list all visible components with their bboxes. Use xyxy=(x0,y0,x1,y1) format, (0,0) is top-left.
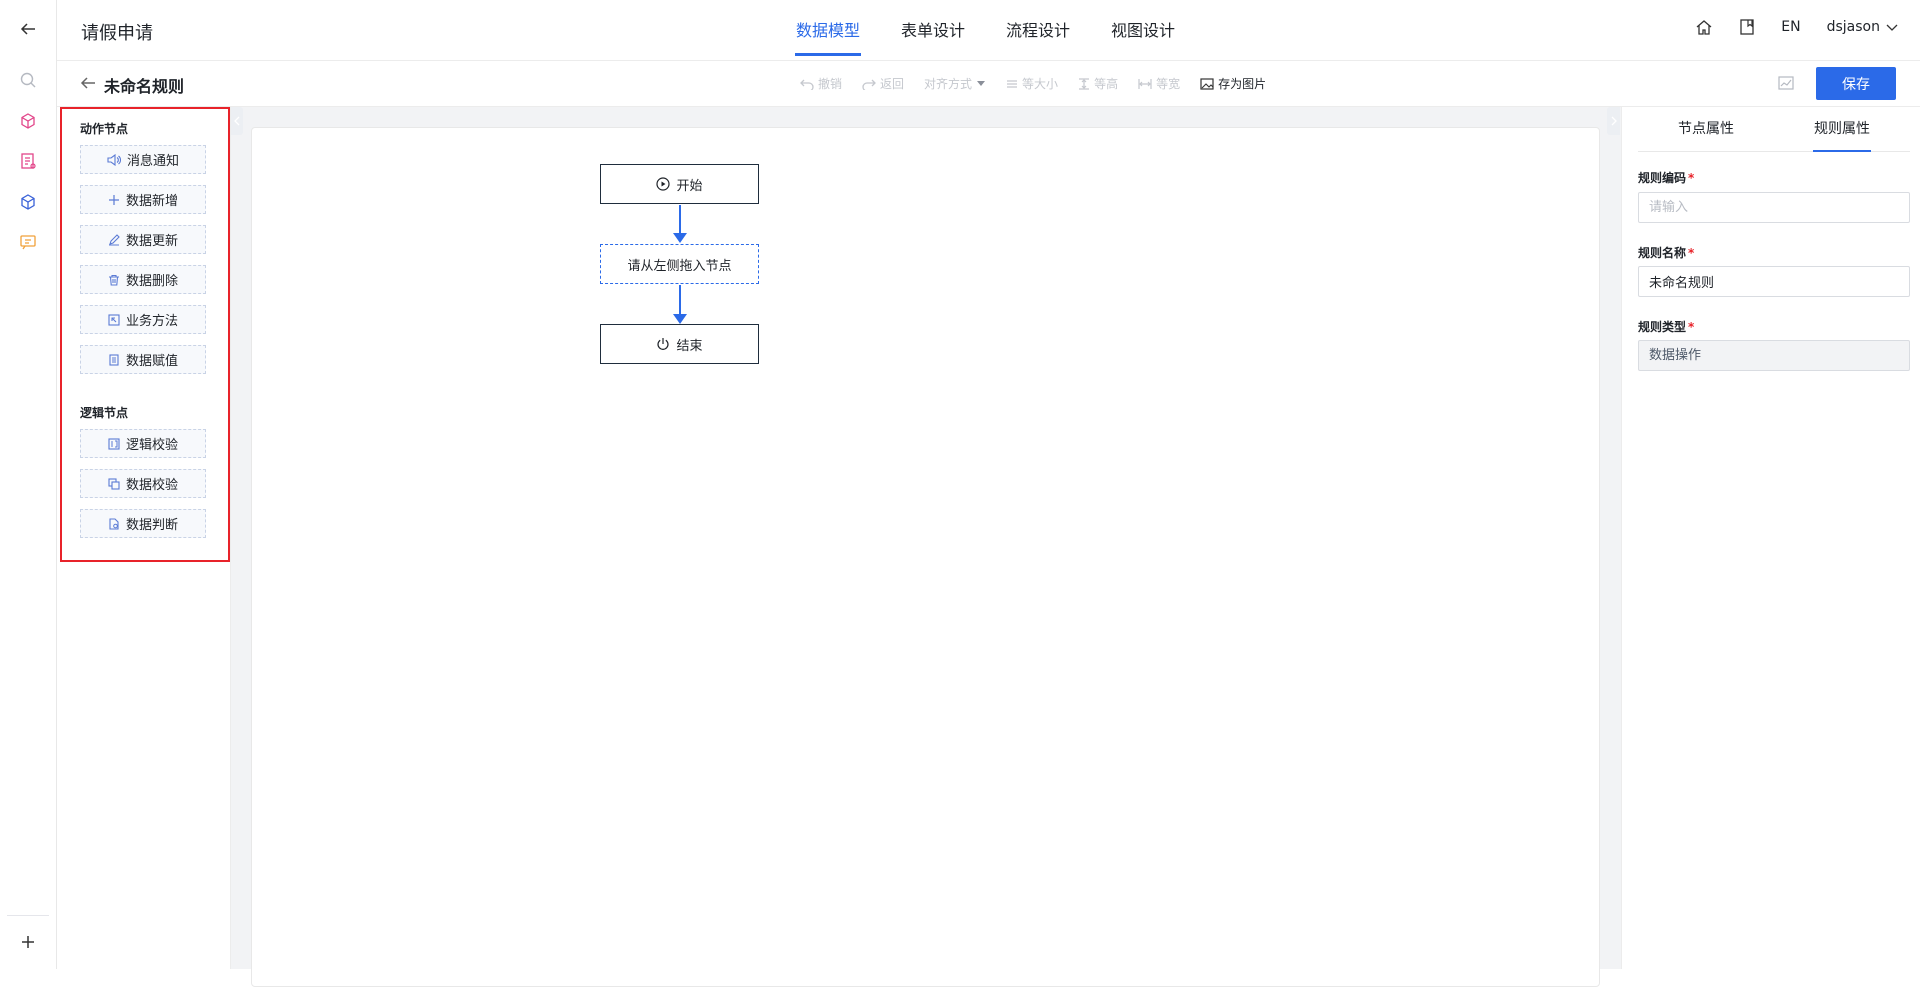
file-judge-icon xyxy=(108,517,120,530)
main-tabs: 数据模型 表单设计 流程设计 视图设计 xyxy=(795,0,1215,61)
redo-button[interactable]: 返回 xyxy=(862,75,904,92)
home-icon[interactable] xyxy=(1695,18,1713,36)
header-actions: EN dsjason xyxy=(1695,18,1898,36)
language-switch[interactable]: EN xyxy=(1781,19,1800,35)
top-header: 请假申请 数据模型 表单设计 流程设计 视图设计 EN dsjason xyxy=(57,0,1920,61)
plus-icon xyxy=(108,194,120,206)
drop-placeholder-node[interactable]: 请从左侧拖入节点 xyxy=(600,244,759,284)
chart-icon[interactable] xyxy=(1777,74,1795,92)
flow-arrow xyxy=(673,314,687,324)
chevron-left-icon xyxy=(234,116,240,126)
same-size-button[interactable]: 等大小 xyxy=(1006,75,1058,92)
node-data-delete[interactable]: 数据删除 xyxy=(80,265,206,294)
properties-tabs: 节点属性 规则属性 xyxy=(1638,107,1910,152)
copy-icon xyxy=(108,477,120,490)
rail-divider xyxy=(7,915,49,916)
power-icon xyxy=(656,337,670,351)
align-dropdown[interactable]: 对齐方式 xyxy=(924,75,986,92)
user-menu[interactable]: dsjason xyxy=(1827,19,1898,35)
node-logic-check[interactable]: 逻辑校验 xyxy=(80,429,206,458)
required-mark: * xyxy=(1688,320,1695,334)
node-data-judge[interactable]: 数据判断 xyxy=(80,509,206,538)
speaker-icon xyxy=(107,153,121,166)
properties-panel: 节点属性 规则属性 规则编码* 规则名称* 规则类型* 数据操作 xyxy=(1621,107,1920,969)
play-circle-icon xyxy=(656,177,671,191)
chevron-down-icon xyxy=(1886,21,1898,33)
flow-canvas[interactable]: 开始 请从左侧拖入节点 结束 xyxy=(251,127,1600,987)
add-icon[interactable] xyxy=(16,930,40,954)
node-data-assign[interactable]: 数据赋值 xyxy=(80,345,206,374)
rule-type-label: 规则类型 * xyxy=(1638,320,1695,334)
required-mark: * xyxy=(1688,246,1695,260)
username: dsjason xyxy=(1826,19,1880,35)
collapse-left-toggle[interactable] xyxy=(231,107,243,135)
tab-data-model[interactable]: 数据模型 xyxy=(795,0,862,61)
method-icon xyxy=(108,313,120,326)
tab-node-properties[interactable]: 节点属性 xyxy=(1638,107,1774,151)
node-message-notify[interactable]: 消息通知 xyxy=(80,145,206,174)
same-width-icon xyxy=(1138,78,1152,90)
node-palette: 动作节点 消息通知 数据新增 数据更新 数据删除 业务方法 数据赋值 逻辑节点 … xyxy=(57,107,231,969)
start-node[interactable]: 开始 xyxy=(600,164,759,204)
node-data-update[interactable]: 数据更新 xyxy=(80,225,206,254)
flow-arrow xyxy=(673,233,687,243)
left-rail xyxy=(0,0,57,969)
app-title: 请假申请 xyxy=(81,23,153,44)
save-button[interactable]: 保存 xyxy=(1816,67,1896,100)
same-height-button[interactable]: 等高 xyxy=(1078,75,1118,92)
rule-type-field: 数据操作 xyxy=(1638,340,1910,371)
rule-code-label: 规则编码 * xyxy=(1638,171,1695,185)
tab-view-design[interactable]: 视图设计 xyxy=(1110,0,1176,61)
action-nodes-heading: 动作节点 xyxy=(80,122,129,136)
collapse-right-toggle[interactable] xyxy=(1607,107,1620,135)
same-height-icon xyxy=(1078,77,1090,90)
tab-form-design[interactable]: 表单设计 xyxy=(900,0,966,61)
flow-edge xyxy=(679,205,681,235)
end-node[interactable]: 结束 xyxy=(600,324,759,364)
form-design-icon[interactable] xyxy=(16,149,40,173)
canvas-area: 开始 请从左侧拖入节点 结束 xyxy=(231,107,1621,987)
caret-down-icon xyxy=(976,80,986,88)
undo-button[interactable]: 撤销 xyxy=(800,75,842,92)
save-image-button[interactable]: 存为图片 xyxy=(1200,75,1266,92)
chevron-right-icon xyxy=(1611,116,1617,126)
tab-flow-design[interactable]: 流程设计 xyxy=(1005,0,1071,61)
data-model-icon[interactable] xyxy=(16,109,40,133)
rule-code-input[interactable] xyxy=(1638,192,1910,223)
list-doc-icon xyxy=(108,353,120,366)
message-icon[interactable] xyxy=(16,230,40,254)
component-icon[interactable] xyxy=(16,190,40,214)
rule-toolbar-bar: 未命名规则 撤销 返回 对齐方式 等大小 等高 等宽 存为图片 保存 xyxy=(57,61,1920,107)
redo-icon xyxy=(862,78,876,90)
undo-icon xyxy=(800,78,814,90)
image-icon xyxy=(1200,77,1214,90)
trash-icon xyxy=(108,274,120,286)
back-arrow-icon[interactable] xyxy=(16,17,40,41)
document-icon[interactable] xyxy=(1739,18,1755,36)
back-arrow-icon[interactable] xyxy=(79,74,97,92)
rule-name-input[interactable] xyxy=(1638,266,1910,297)
logic-check-icon xyxy=(108,437,120,450)
rule-name-label: 规则名称 * xyxy=(1638,246,1695,260)
same-size-icon xyxy=(1006,78,1018,90)
node-business-method[interactable]: 业务方法 xyxy=(80,305,206,334)
node-data-add[interactable]: 数据新增 xyxy=(80,185,206,214)
tab-rule-properties[interactable]: 规则属性 xyxy=(1774,107,1910,152)
required-mark: * xyxy=(1688,171,1695,185)
same-width-button[interactable]: 等宽 xyxy=(1138,75,1180,92)
rule-title: 未命名规则 xyxy=(104,77,185,96)
logic-nodes-heading: 逻辑节点 xyxy=(80,406,129,420)
flow-edge xyxy=(679,285,681,316)
pencil-icon xyxy=(108,233,120,246)
node-data-check[interactable]: 数据校验 xyxy=(80,469,206,498)
search-icon[interactable] xyxy=(16,68,40,92)
canvas-toolbar: 撤销 返回 对齐方式 等大小 等高 等宽 存为图片 xyxy=(800,75,1266,92)
